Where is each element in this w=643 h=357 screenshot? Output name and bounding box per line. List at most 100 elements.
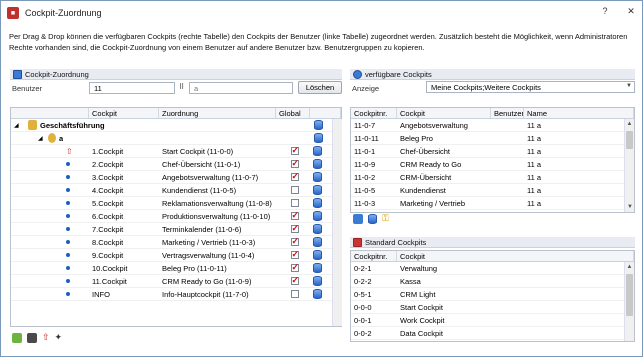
scroll-thumb[interactable] (626, 131, 633, 149)
left-scrollbar[interactable] (332, 119, 342, 326)
col-name[interactable]: Name (524, 108, 634, 118)
right-scrollbar[interactable]: ▲ ▼ (624, 119, 634, 212)
col-zuordnung[interactable]: Zuordnung (159, 108, 276, 118)
available-cockpit-row[interactable]: 11-0-9 CRM Ready to Go 11 a (351, 158, 634, 171)
user-name-field[interactable]: a (189, 82, 293, 94)
global-cell (276, 210, 310, 222)
indent-spacer (11, 158, 63, 170)
global-checkbox[interactable] (290, 186, 299, 194)
copy-users-icon[interactable] (27, 332, 37, 343)
standard-cockpit-row[interactable]: 0-0-0 Start Cockpit (351, 301, 634, 314)
global-checkbox[interactable] (290, 210, 299, 221)
global-checkbox[interactable] (290, 158, 299, 169)
standard-scrollbar[interactable]: ▲ (624, 262, 634, 341)
cockpit-cell: Beleg Pro (400, 133, 433, 143)
standard-cockpit-row[interactable]: 0-2-2 Kassa (351, 275, 634, 288)
global-checkbox[interactable] (290, 275, 299, 286)
standard-cockpit-row[interactable]: 0-2-1 Verwaltung (351, 262, 634, 275)
left-toolbar: ⇧ ✦ (12, 332, 62, 343)
bullet-icon (66, 188, 70, 192)
global-checkbox[interactable] (290, 223, 299, 234)
tree-cockpit-row[interactable]: 6.Cockpit Produktionsverwaltung (11-0-10) (11, 210, 341, 223)
available-cockpit-row[interactable]: 11-0-1 Chef-Übersicht 11 a (351, 145, 634, 158)
global-checkbox[interactable] (290, 171, 299, 182)
indent-spacer (11, 288, 63, 300)
cockpitnr-cell: 0-0-2 (354, 328, 372, 338)
scroll-up-arrow[interactable]: ▲ (625, 119, 634, 129)
tree-cockpit-row[interactable]: 4.Cockpit Kundendienst (11-0-5) (11, 184, 341, 197)
app-icon: ■ (7, 7, 19, 19)
global-cell (276, 171, 310, 183)
tree-cockpit-row[interactable]: 9.Cockpit Vertragsverwaltung (11-0-4) (11, 249, 341, 262)
group-name: Geschäftsführung (40, 120, 105, 130)
tree-group-row[interactable]: ◢ Geschäftsführung (11, 119, 341, 132)
help-button[interactable]: ? (598, 6, 612, 17)
standard-cockpits-grid[interactable]: Cockpitnr. Cockpit 0-2-1 Verwaltung 0-2-2 K… (350, 250, 635, 342)
benutzer-cell (491, 184, 524, 196)
tree-cockpit-row[interactable]: 11.Cockpit CRM Ready to Go (11-0-9) (11, 275, 341, 288)
edit-icon[interactable] (353, 213, 363, 224)
col-cockpitnr[interactable]: Cockpitnr. (351, 108, 397, 118)
database-icon (313, 172, 322, 182)
database-icon (313, 198, 322, 208)
scroll-down-arrow[interactable]: ▼ (625, 202, 635, 212)
col-cockpit[interactable]: Cockpit (397, 251, 634, 261)
database-icon (313, 185, 322, 195)
anzeige-label: Anzeige (352, 83, 380, 93)
row-icon-cell (63, 158, 89, 170)
user-number-field[interactable]: 11 (89, 82, 175, 94)
global-checkbox[interactable] (290, 262, 299, 273)
move-up-icon[interactable] (12, 332, 22, 343)
available-cockpit-row[interactable]: 11-0-7 Angebotsverwaltung 11 a (351, 119, 634, 132)
tree-user-row[interactable]: ◢ a (11, 132, 341, 145)
lookup-icon[interactable]: ⠿ (179, 83, 184, 91)
tree-cockpit-row[interactable]: 3.Cockpit Angebotsverwaltung (11-0-7) (11, 171, 341, 184)
anzeige-select[interactable]: Meine Cockpits;Weitere Cockpits ▼ (426, 81, 635, 93)
col-global[interactable]: Global (276, 108, 310, 118)
indent-spacer (11, 184, 63, 196)
col-cockpit[interactable]: Cockpit (397, 108, 491, 118)
chevron-down-icon[interactable]: ▼ (626, 83, 632, 89)
tree-cockpit-row[interactable]: 5.Cockpit Reklamationsverwaltung (11-0-8) (11, 197, 341, 210)
available-cockpit-row[interactable]: 11-0-5 Kundendienst 11 a (351, 184, 634, 197)
delete-button[interactable]: Löschen (298, 81, 342, 94)
tree-cockpit-row[interactable]: 10.Cockpit Beleg Pro (11-0-11) (11, 262, 341, 275)
available-cockpits-grid[interactable]: Cockpitnr. Cockpit Benutzer Name 11-0-7 A… (350, 107, 635, 213)
db-cell (310, 262, 330, 274)
standard-cockpit-row[interactable]: 0-5-1 CRM Light (351, 288, 634, 301)
available-cockpit-row[interactable]: 11-0-11 Beleg Pro 11 a (351, 132, 634, 145)
collapse-arrow-icon[interactable]: ◢ (35, 132, 45, 144)
tree-cockpit-row[interactable]: 8.Cockpit Marketing / Vertrieb (11-0-3) (11, 236, 341, 249)
available-cockpit-row[interactable]: 11-0-3 Marketing / Vertrieb 11 a (351, 197, 634, 210)
user-icon (48, 133, 56, 143)
global-checkbox[interactable] (290, 249, 299, 260)
key-icon[interactable]: ⚿ (382, 213, 389, 224)
user-filter: Benutzer (12, 81, 42, 95)
global-checkbox[interactable] (290, 145, 299, 156)
close-button[interactable]: ✕ (624, 6, 638, 17)
scroll-thumb[interactable] (626, 274, 633, 316)
cockpit-cell: 7.Cockpit (92, 224, 124, 234)
cockpitnr-cell: 11-0-7 (354, 120, 376, 130)
standard-cockpit-row[interactable]: 0-0-1 Work Cockpit (351, 314, 634, 327)
global-checkbox[interactable] (290, 199, 299, 207)
available-cockpit-row[interactable]: 11-0-2 CRM-Übersicht 11 a (351, 171, 634, 184)
global-checkbox[interactable] (290, 236, 299, 247)
global-checkbox[interactable] (290, 290, 299, 298)
col-benutzer[interactable]: Benutzer (491, 108, 524, 118)
tree-cockpit-row[interactable]: ⇧ 1.Cockpit Start Cockpit (11-0-0) (11, 145, 341, 158)
bullet-icon (66, 240, 70, 244)
scroll-up-arrow[interactable]: ▲ (625, 262, 634, 272)
add-icon[interactable]: ✦ (55, 332, 63, 343)
tree-cockpit-row[interactable]: 2.Cockpit Chef-Übersicht (11-0-1) (11, 158, 341, 171)
tree-cockpit-row[interactable]: INFO Info-Hauptcockpit (11-7-0) (11, 288, 341, 301)
col-cockpitnr[interactable]: Cockpitnr. (351, 251, 397, 261)
arrow-up-icon[interactable]: ⇧ (42, 332, 50, 343)
tree-cockpit-row[interactable]: 7.Cockpit Terminkalender (11-0-6) (11, 223, 341, 236)
standard-cockpit-row[interactable]: 0-0-2 Data Cockpit (351, 327, 634, 340)
col-cockpit[interactable]: Cockpit (89, 108, 159, 118)
left-cockpit-tree[interactable]: Cockpit Zuordnung Global ◢ Geschäftsführ… (10, 107, 342, 327)
database-icon[interactable] (368, 213, 377, 224)
database-icon (313, 276, 322, 286)
collapse-arrow-icon[interactable]: ◢ (11, 119, 25, 131)
